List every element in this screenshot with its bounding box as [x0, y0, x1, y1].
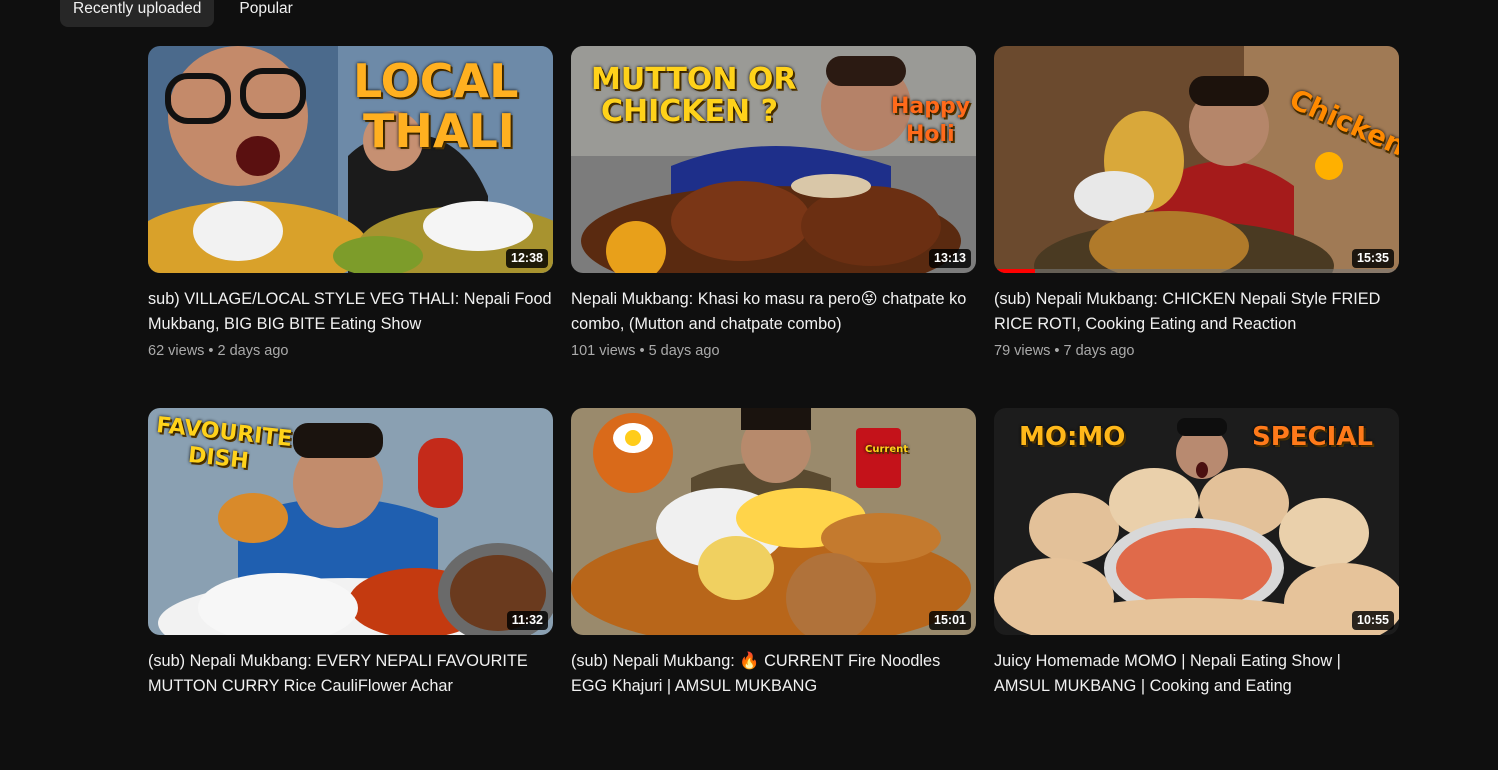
video-thumbnail[interactable]: FAVOURITE DISH 11:32	[148, 408, 553, 635]
thumbnail-overlay-text: MUTTON OR	[591, 62, 797, 97]
video-title[interactable]: (sub) Nepali Mukbang: EVERY NEPALI FAVOU…	[148, 649, 553, 699]
video-card[interactable]: LOCAL THALI 12:38 sub) VILLAGE/LOCAL STY…	[148, 46, 553, 408]
view-count: 79 views	[994, 343, 1051, 359]
thumbnail-overlay-text: CHICKEN ?	[601, 94, 778, 129]
video-title[interactable]: sub) VILLAGE/LOCAL STYLE VEG THALI: Nepa…	[148, 287, 553, 337]
video-meta: 101 views • 5 days ago	[571, 341, 976, 361]
separator-dot: •	[639, 343, 645, 359]
video-thumbnail[interactable]: LOCAL THALI 12:38	[148, 46, 553, 273]
filter-chips: Recently uploaded Popular	[60, 0, 306, 27]
progress-track	[994, 269, 1399, 273]
video-title[interactable]: Nepali Mukbang: Khasi ko masu ra pero😝 c…	[571, 287, 976, 337]
upload-age: 5 days ago	[648, 343, 720, 359]
thumbnail-image	[994, 46, 1399, 273]
video-thumbnail[interactable]: MO:MO SPECIAL 10:55	[994, 408, 1399, 635]
video-thumbnail[interactable]: MUTTON OR CHICKEN ? Happy Holi 13:13	[571, 46, 976, 273]
view-count: 101 views	[571, 343, 636, 359]
watch-progress-bar	[994, 269, 1035, 273]
video-title[interactable]: (sub) Nepali Mukbang: CHICKEN Nepali Sty…	[994, 287, 1399, 337]
video-title[interactable]: (sub) Nepali Mukbang: 🔥 CURRENT Fire Noo…	[571, 649, 976, 699]
thumbnail-overlay-text: LOCAL	[353, 54, 519, 108]
video-duration: 11:32	[506, 611, 548, 630]
video-card[interactable]: MUTTON OR CHICKEN ? Happy Holi 13:13 Nep…	[571, 46, 976, 408]
video-grid: LOCAL THALI 12:38 sub) VILLAGE/LOCAL STY…	[148, 46, 1399, 770]
chip-popular[interactable]: Popular	[226, 0, 305, 27]
thumbnail-image	[571, 408, 976, 635]
video-thumbnail[interactable]: Chicken 15:35	[994, 46, 1399, 273]
video-card[interactable]: Current 15:01 (sub) Nepali Mukbang: 🔥 CU…	[571, 408, 976, 770]
video-duration: 15:01	[929, 611, 971, 630]
video-meta: 79 views • 7 days ago	[994, 341, 1399, 361]
video-duration: 12:38	[506, 249, 548, 268]
video-duration: 10:55	[1352, 611, 1394, 630]
video-card[interactable]: FAVOURITE DISH 11:32 (sub) Nepali Mukban…	[148, 408, 553, 770]
chip-recently-uploaded[interactable]: Recently uploaded	[60, 0, 215, 27]
video-card[interactable]: Chicken 15:35 (sub) Nepali Mukbang: CHIC…	[994, 46, 1399, 408]
video-title[interactable]: Juicy Homemade MOMO | Nepali Eating Show…	[994, 649, 1399, 699]
upload-age: 2 days ago	[217, 343, 289, 359]
video-duration: 13:13	[929, 249, 971, 268]
video-duration: 15:35	[1352, 249, 1394, 268]
thumbnail-overlay-text: Holi	[906, 122, 955, 147]
video-meta: 62 views • 2 days ago	[148, 341, 553, 361]
separator-dot: •	[1054, 343, 1060, 359]
thumbnail-overlay-text: THALI	[363, 104, 515, 158]
thumbnail-overlay-text: Happy	[891, 94, 971, 119]
separator-dot: •	[208, 343, 214, 359]
thumbnail-overlay-text: Current	[865, 444, 909, 455]
upload-age: 7 days ago	[1063, 343, 1135, 359]
thumbnail-overlay-text: MO:MO	[1019, 422, 1126, 452]
video-thumbnail[interactable]: Current 15:01	[571, 408, 976, 635]
video-card[interactable]: MO:MO SPECIAL 10:55 Juicy Homemade MOMO …	[994, 408, 1399, 770]
thumbnail-overlay-text: SPECIAL	[1252, 422, 1373, 452]
view-count: 62 views	[148, 343, 205, 359]
